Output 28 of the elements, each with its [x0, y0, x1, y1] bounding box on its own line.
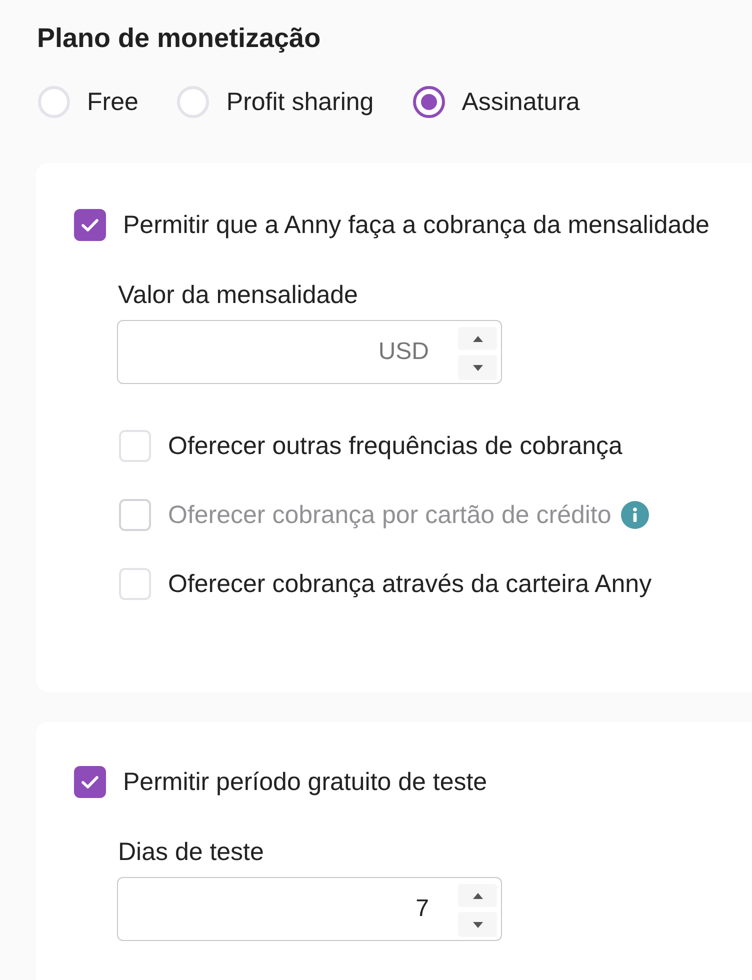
radio-label: Profit sharing [226, 87, 374, 117]
check-icon [81, 218, 99, 232]
checkbox-label: Permitir período gratuito de teste [123, 767, 488, 797]
checkbox[interactable] [119, 430, 151, 462]
field-label: Dias de teste [118, 837, 264, 867]
checkbox-label: Oferecer outras frequências de cobrança [168, 431, 622, 461]
checkbox[interactable] [74, 209, 106, 241]
caret-down-icon [472, 364, 482, 370]
caret-up-icon [472, 336, 482, 342]
checkbox[interactable] [74, 766, 106, 798]
radio-label: Assinatura [462, 87, 580, 117]
checkbox-label: Oferecer cobrança por cartão de crédito [168, 500, 612, 530]
caret-down-icon [472, 922, 482, 928]
increment-button[interactable] [458, 327, 497, 350]
increment-button[interactable] [458, 884, 497, 907]
field-label: Valor da mensalidade [118, 280, 358, 310]
number-input[interactable]: 7 [117, 877, 502, 941]
number-input[interactable]: USD [117, 320, 502, 384]
checkbox-label: Permitir que a Anny faça a cobrança da mensalidade [123, 210, 710, 240]
section-title: Plano de monetização [37, 23, 321, 53]
decrement-button[interactable] [458, 912, 497, 937]
radio-label: Free [87, 87, 138, 117]
check-icon [81, 775, 99, 789]
decrement-button[interactable] [458, 355, 497, 380]
checkbox-label: Oferecer cobrança através da carteira Anny [168, 569, 652, 599]
checkbox[interactable] [119, 568, 151, 600]
caret-up-icon [472, 892, 482, 898]
radio-button[interactable] [412, 86, 445, 118]
